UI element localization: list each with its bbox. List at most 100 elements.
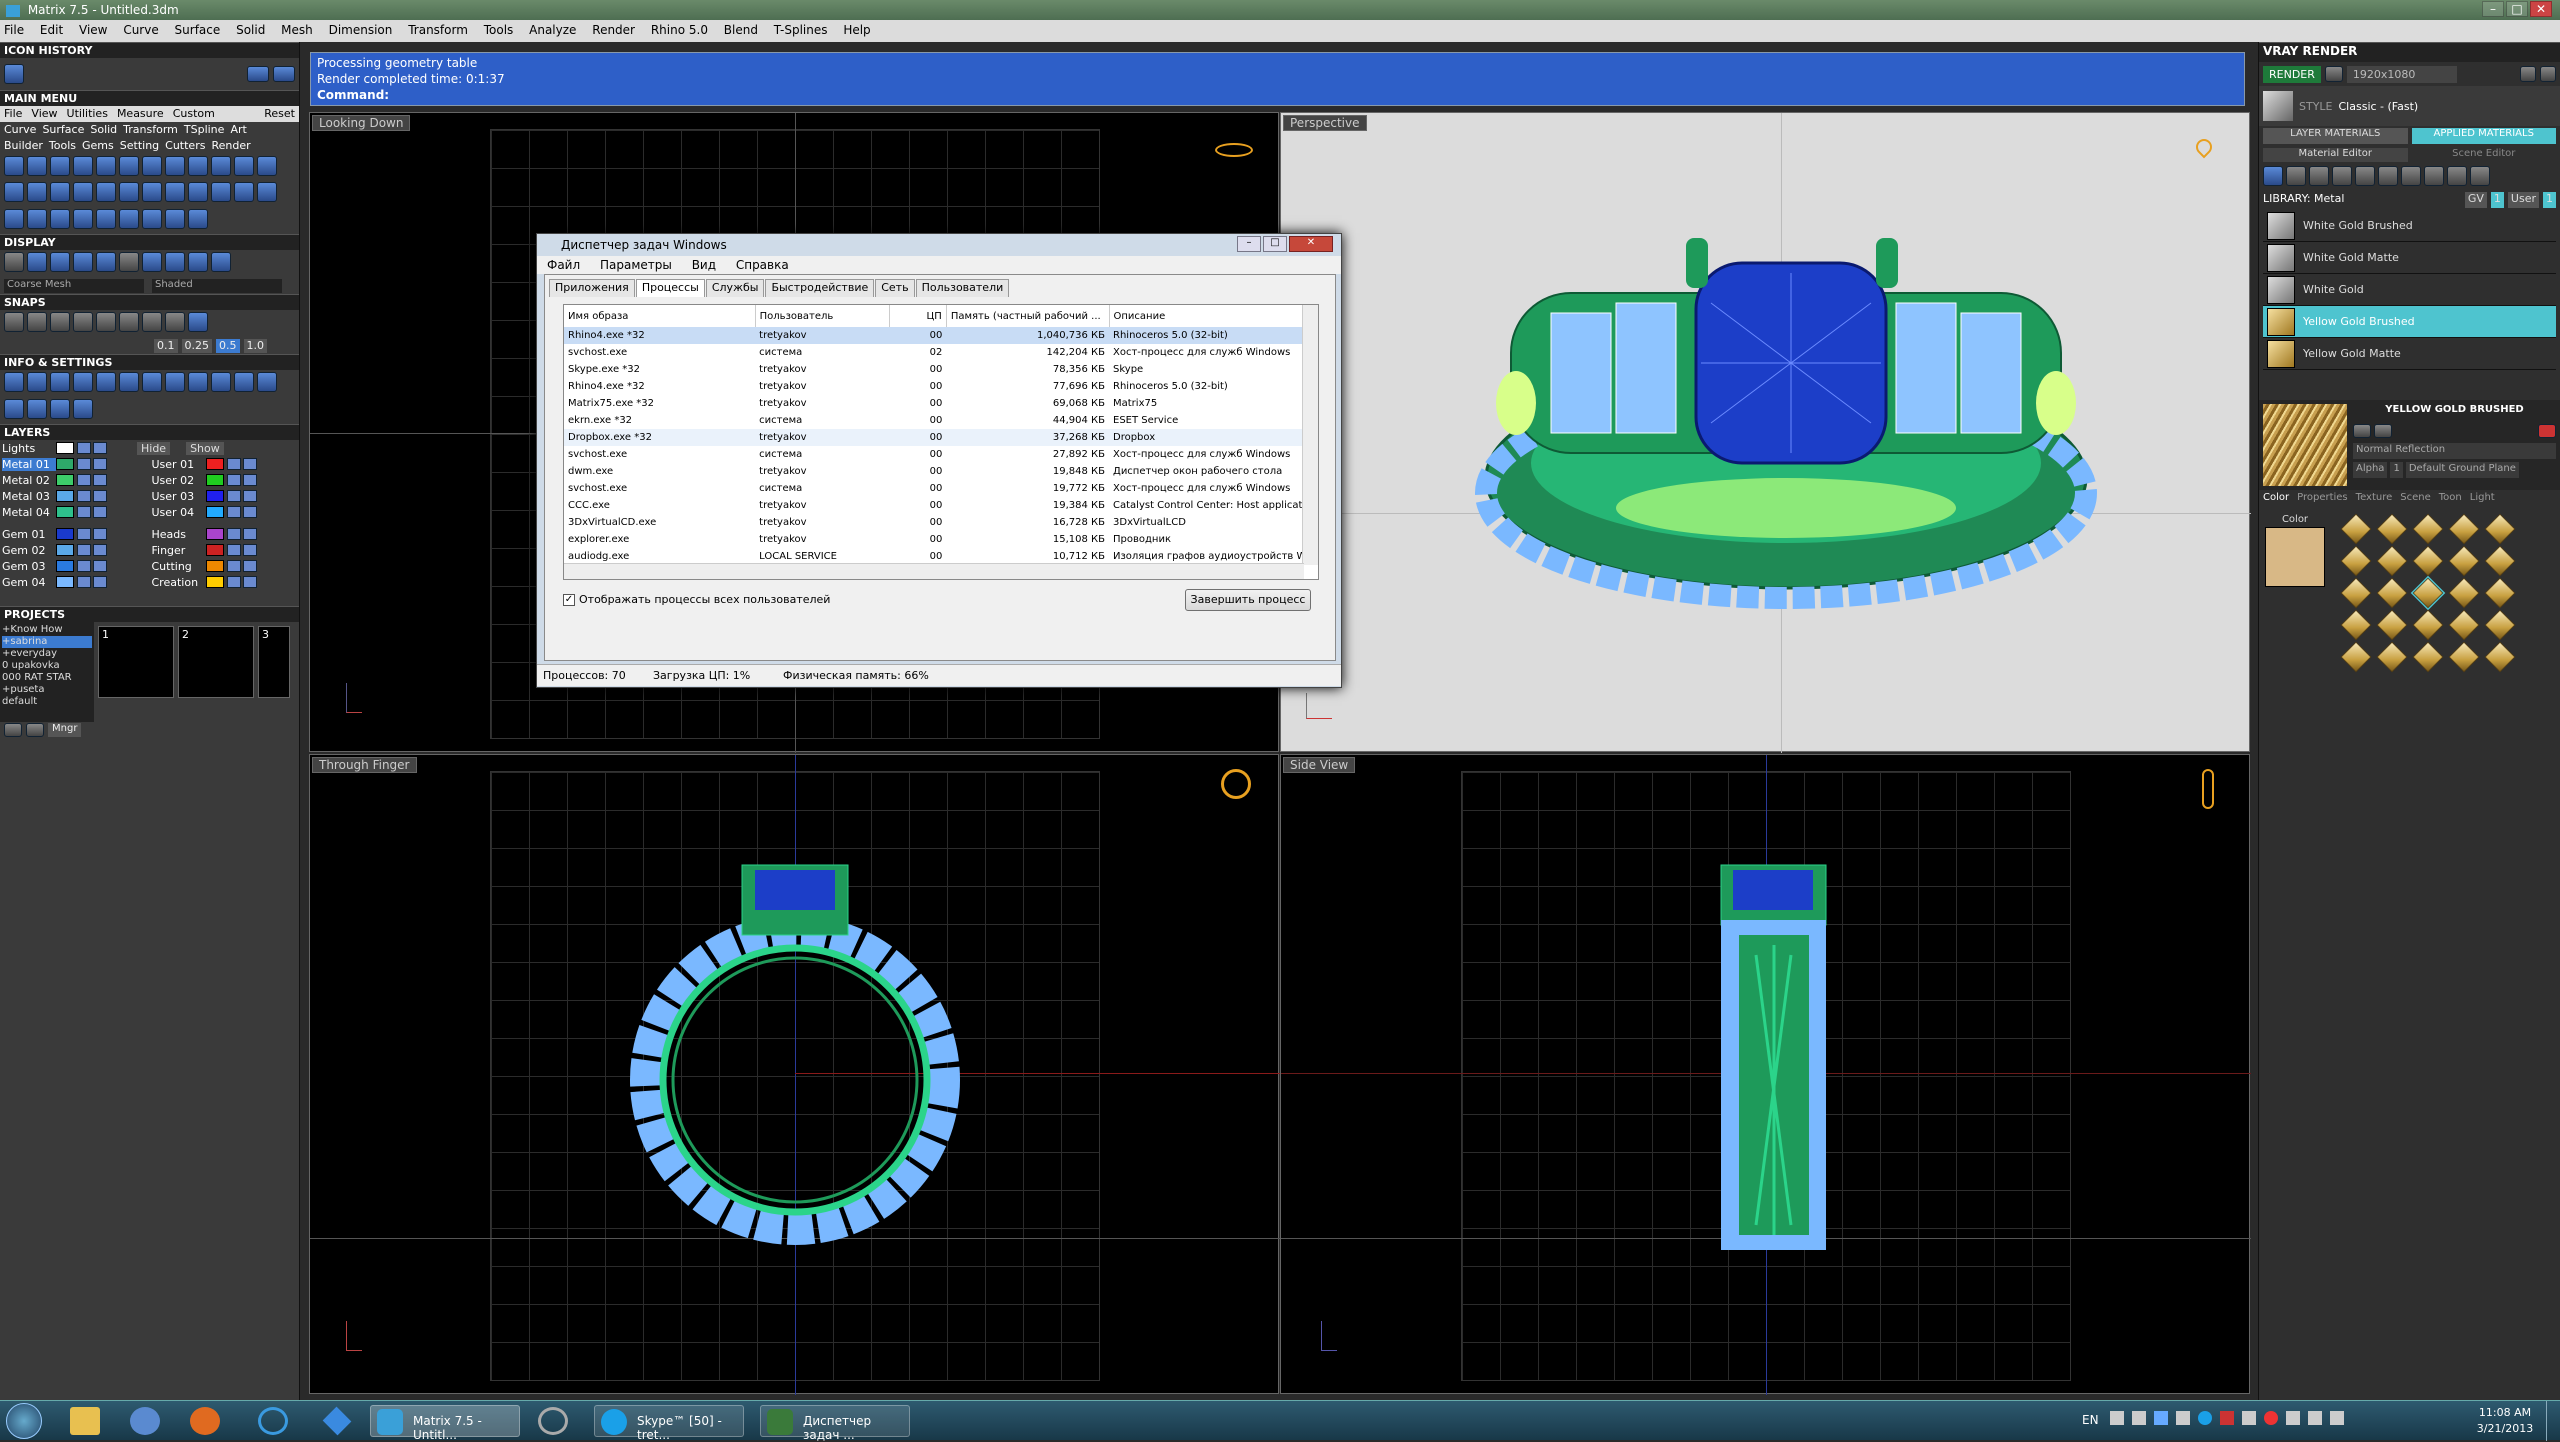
material-tool-icon[interactable] <box>2424 166 2444 186</box>
gold-preset-swatch[interactable] <box>2484 545 2516 577</box>
layer-row[interactable]: Creation <box>150 574 300 590</box>
project-thumb[interactable]: 2 <box>178 626 254 698</box>
project-item[interactable]: +everyday <box>2 648 92 660</box>
info-icon[interactable] <box>234 372 254 392</box>
maximize-button[interactable]: □ <box>2506 1 2528 17</box>
layer-row[interactable]: Finger <box>150 542 300 558</box>
display-icon[interactable] <box>73 252 93 272</box>
gold-preset-swatch[interactable] <box>2376 513 2408 545</box>
menu-blend[interactable]: Blend <box>724 23 758 37</box>
menu-tools[interactable]: Tools <box>484 23 514 37</box>
tab-scene-editor[interactable]: Scene Editor <box>2412 148 2557 162</box>
tm-menu-options[interactable]: Параметры <box>600 258 672 272</box>
snap-icon[interactable] <box>4 312 24 332</box>
snap-icon[interactable] <box>27 312 47 332</box>
display-icon[interactable] <box>27 252 47 272</box>
snap-icon[interactable] <box>188 312 208 332</box>
col-user[interactable]: Пользователь <box>755 305 890 327</box>
tool-icon[interactable] <box>234 156 254 176</box>
layer-row[interactable]: User 03 <box>150 488 300 504</box>
tool-icon[interactable] <box>27 182 47 203</box>
mm-art[interactable]: Art <box>230 123 246 137</box>
menu-mesh[interactable]: Mesh <box>281 23 313 37</box>
render-button[interactable]: RENDER <box>2263 65 2321 83</box>
mm-cutters[interactable]: Cutters <box>165 139 205 153</box>
tab-properties[interactable]: Properties <box>2297 492 2348 508</box>
tray-icon[interactable] <box>2132 1411 2146 1425</box>
gold-preset-swatch[interactable] <box>2448 641 2480 673</box>
tm-menu-file[interactable]: Файл <box>547 258 580 272</box>
gold-preset-swatch[interactable] <box>2340 577 2372 609</box>
layer-visible-icon[interactable] <box>93 544 107 556</box>
process-row[interactable]: svchost.exe система 02 142,204 КБ Хост-проце… <box>564 344 1318 361</box>
tab-performance[interactable]: Быстродействие <box>765 279 875 297</box>
info-icon[interactable] <box>4 372 24 392</box>
gold-preset-swatch[interactable] <box>2376 577 2408 609</box>
tool-icon[interactable] <box>188 156 208 176</box>
gold-preset-swatch[interactable] <box>2412 513 2444 545</box>
tool-icon[interactable] <box>50 156 70 176</box>
layer-color-swatch[interactable] <box>205 528 224 540</box>
tm-maximize-button[interactable]: □ <box>1263 236 1287 252</box>
clock[interactable]: 11:08 AM 3/21/2013 <box>2470 1405 2540 1437</box>
close-button[interactable]: ✕ <box>2530 1 2552 17</box>
tool-icon[interactable] <box>211 156 231 176</box>
menu-analyze[interactable]: Analyze <box>529 23 576 37</box>
mm-builder[interactable]: Builder <box>4 139 43 153</box>
task-manager-titlebar[interactable]: Диспетчер задач Windows – □ ✕ <box>537 234 1341 256</box>
menu-curve[interactable]: Curve <box>123 23 158 37</box>
skype-tray-icon[interactable] <box>2198 1411 2212 1425</box>
info-icon[interactable] <box>27 398 47 419</box>
tool-icon[interactable] <box>142 156 162 176</box>
layer-lock-icon[interactable] <box>226 560 241 572</box>
tool-icon[interactable] <box>73 156 93 176</box>
tray-icon[interactable] <box>2220 1411 2234 1425</box>
viewport-perspective[interactable]: Perspective <box>1280 112 2251 753</box>
tool-icon[interactable] <box>234 182 254 203</box>
layer-lock-icon[interactable] <box>77 544 91 556</box>
layer-color-swatch[interactable] <box>56 576 74 588</box>
layer-lock-icon[interactable] <box>77 576 91 588</box>
display-icon[interactable] <box>142 252 162 272</box>
material-tool-icon[interactable] <box>2401 166 2421 186</box>
tab-processes[interactable]: Процессы <box>635 279 705 297</box>
snap-icon[interactable] <box>119 312 139 332</box>
layer-row[interactable]: Metal 04 <box>0 504 150 520</box>
display-icon[interactable] <box>4 252 24 272</box>
project-item[interactable]: +sabrina <box>2 636 92 648</box>
snap-icon[interactable] <box>50 312 70 332</box>
layer-visible-icon[interactable] <box>242 560 257 572</box>
info-icon[interactable] <box>4 398 24 419</box>
project-thumb[interactable]: 1 <box>98 626 174 698</box>
layer-row[interactable]: User 01 <box>150 456 300 472</box>
layer-lock-icon[interactable] <box>226 458 241 470</box>
tool-icon[interactable] <box>211 182 231 203</box>
tab-applications[interactable]: Приложения <box>549 279 635 297</box>
layer-visible-icon[interactable] <box>242 528 257 540</box>
gold-preset-swatch[interactable] <box>2448 513 2480 545</box>
add-icon[interactable] <box>4 723 22 737</box>
layer-visible-icon[interactable] <box>242 544 257 556</box>
tm-menu-help[interactable]: Справка <box>736 258 789 272</box>
alpha-value[interactable]: 1 <box>2390 462 2403 478</box>
layer-row[interactable]: User 04 <box>150 504 300 520</box>
process-row[interactable]: Dropbox.exe *32 tretyakov 00 37,268 КБ Dropb… <box>564 429 1318 446</box>
ground-plane-select[interactable]: Default Ground Plane <box>2405 462 2519 478</box>
library-tag[interactable]: User <box>2507 192 2539 208</box>
mm-tspline[interactable]: TSpline <box>184 123 225 137</box>
layer-color-swatch[interactable] <box>205 506 224 518</box>
layer-visible-icon[interactable] <box>93 458 107 470</box>
tm-minimize-button[interactable]: – <box>1237 236 1261 252</box>
tool-icon[interactable] <box>4 182 24 203</box>
up-icon[interactable] <box>26 723 44 737</box>
tab-users[interactable]: Пользователи <box>915 279 1010 297</box>
layer-lock-icon[interactable] <box>226 576 241 588</box>
gold-preset-swatch[interactable] <box>2376 545 2408 577</box>
layer-visible-icon[interactable] <box>93 490 107 502</box>
display-icon[interactable] <box>211 252 231 272</box>
mm-render[interactable]: Render <box>211 139 250 153</box>
project-item[interactable]: 0 upakovka <box>2 660 92 672</box>
manager-button[interactable]: Mngr <box>48 723 82 737</box>
tool-icon[interactable] <box>50 182 70 203</box>
tool-icon[interactable] <box>96 156 116 176</box>
